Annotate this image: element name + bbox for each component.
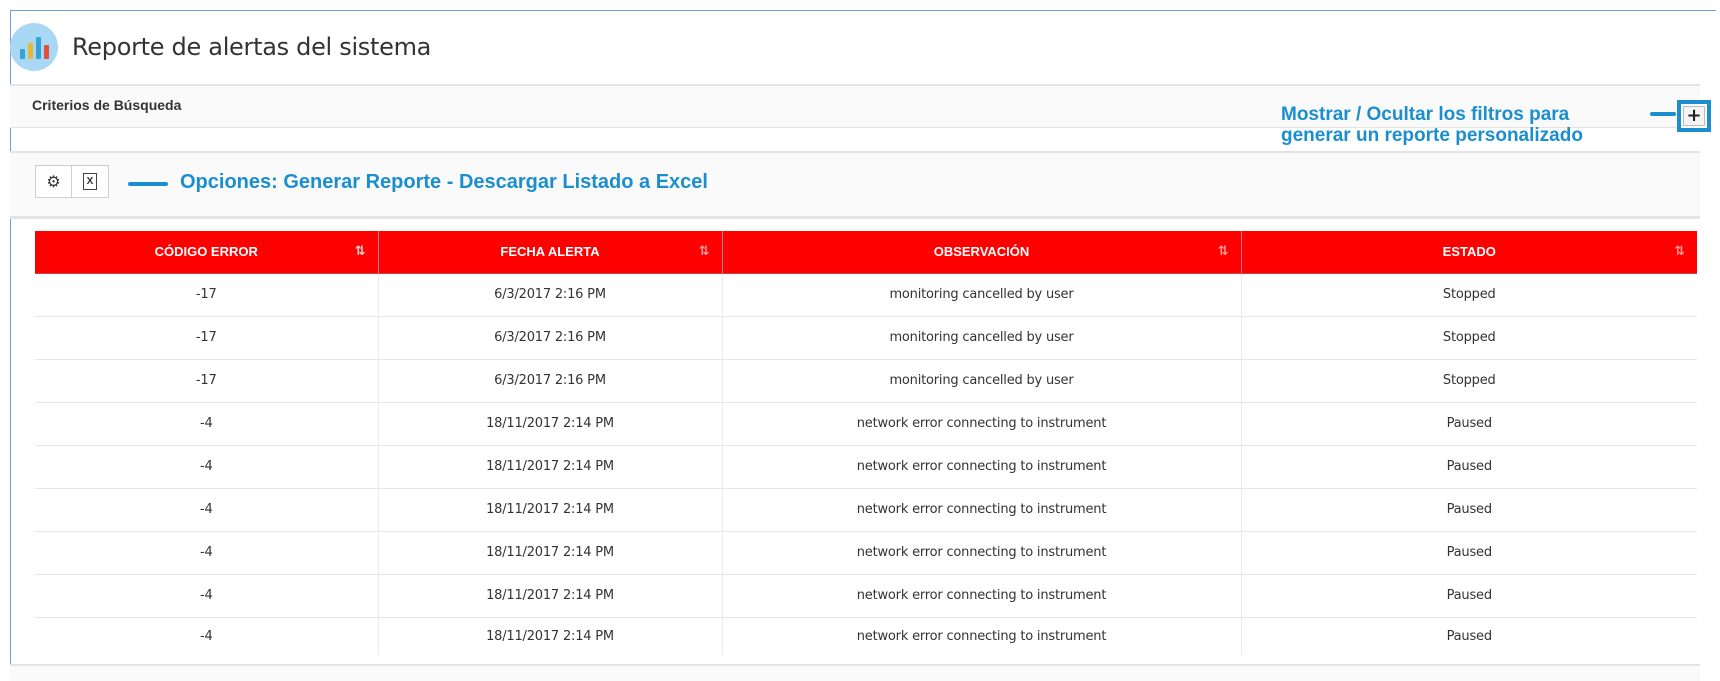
table-row[interactable]: -17 6/3/2017 2:16 PM monitoring cancelled … [35, 273, 1697, 317]
observacion-cell: network error connecting to instrument [722, 445, 1242, 489]
estado-cell: Paused [1446, 628, 1492, 644]
table-row[interactable]: -17 6/3/2017 2:16 PM monitoring cancelled … [35, 316, 1697, 360]
fecha-alerta-cell: 18/11/2017 2:14 PM [378, 617, 723, 655]
fecha-alerta-cell: 18/11/2017 2:14 PM [378, 402, 723, 446]
sort-icon[interactable]: ⇅ [699, 244, 710, 259]
codigo-error-cell: -17 [35, 359, 379, 403]
options-button-group: ⚙ X [35, 165, 109, 198]
filters-annotation-line-2: generar un reporte personalizado [1281, 125, 1583, 146]
sort-icon[interactable]: ⇅ [1218, 244, 1229, 259]
toggle-filters-button[interactable]: + [1683, 106, 1705, 126]
fecha-alerta-cell: 18/11/2017 2:14 PM [378, 531, 723, 575]
estado-cell: Paused [1241, 402, 1697, 446]
column-header-fecha-alerta[interactable]: FECHA ALERTA ⇅ [378, 231, 723, 274]
observacion-cell: network error connecting to instrument [722, 574, 1242, 618]
options-annotation: Opciones: Generar Reporte - Descargar Li… [180, 171, 708, 193]
observacion-cell: network error connecting to instrument [722, 402, 1242, 446]
search-criteria-label: Criterios de Búsqueda [32, 97, 182, 113]
table-row[interactable]: -4 18/11/2017 2:14 PM network error connec… [35, 574, 1697, 618]
table-row[interactable]: -4 18/11/2017 2:14 PM network error connec… [35, 402, 1697, 446]
alerts-table-container: CÓDIGO ERROR ⇅ FECHA ALERTA ⇅ OBSERVACIÓ… [35, 231, 1697, 655]
observacion-cell: network error connecting to instrument [722, 617, 1242, 655]
codigo-error-cell: -4 [35, 531, 379, 575]
estado-cell: Stopped [1241, 316, 1697, 360]
options-annotation-connector [128, 182, 168, 186]
excel-file-icon: X [83, 173, 97, 190]
fecha-alerta-cell: 6/3/2017 2:16 PM [378, 273, 723, 317]
estado-cell: Paused [1241, 445, 1697, 489]
table-row[interactable]: -4 18/11/2017 2:14 PM network error connec… [35, 531, 1697, 575]
table-row[interactable]: -4 18/11/2017 2:14 PM network error connec… [35, 445, 1697, 489]
codigo-error-cell: -4 [35, 445, 379, 489]
column-header-codigo-error[interactable]: CÓDIGO ERROR ⇅ [35, 231, 379, 274]
page-header: Reporte de alertas del sistema [10, 22, 431, 72]
observacion-cell: network error connecting to instrument [722, 488, 1242, 532]
observacion-cell: monitoring cancelled by user [722, 316, 1242, 360]
fecha-alerta-cell: 18/11/2017 2:14 PM [378, 445, 723, 489]
estado-cell: Stopped [1241, 359, 1697, 403]
table-row[interactable]: -4 18/11/2017 2:14 PM network error connec… [35, 617, 1697, 655]
column-header-observacion[interactable]: OBSERVACIÓN ⇅ [722, 231, 1242, 274]
observacion-cell: monitoring cancelled by user [722, 359, 1242, 403]
estado-cell: Stopped [1241, 273, 1697, 317]
sort-icon[interactable]: ⇅ [1674, 244, 1685, 259]
filters-annotation-connector [1650, 112, 1676, 116]
export-excel-button[interactable]: X [72, 165, 109, 198]
filters-annotation-line-1: Mostrar / Ocultar los filtros para [1281, 104, 1570, 125]
filters-toggle-highlight: + [1677, 100, 1711, 132]
filters-annotation: Mostrar / Ocultar los filtros para gener… [1281, 104, 1641, 146]
gear-icon: ⚙ [46, 173, 61, 191]
codigo-error-cell: -4 [35, 574, 379, 618]
column-header-estado[interactable]: ESTADO ⇅ [1241, 231, 1697, 274]
sort-asc-icon[interactable]: ⇅ [355, 244, 366, 259]
codigo-error-cell: -17 [35, 273, 379, 317]
plus-icon: + [1686, 105, 1702, 126]
observacion-cell: network error connecting to instrument [722, 531, 1242, 575]
codigo-error-cell: -17 [35, 316, 379, 360]
fecha-alerta-cell: 18/11/2017 2:14 PM [378, 488, 723, 532]
table-body: -17 6/3/2017 2:16 PM monitoring cancelled … [35, 273, 1697, 655]
table-row[interactable]: -17 6/3/2017 2:16 PM monitoring cancelled … [35, 359, 1697, 403]
table-header-row: CÓDIGO ERROR ⇅ FECHA ALERTA ⇅ OBSERVACIÓ… [35, 231, 1697, 274]
codigo-error-cell: -4 [35, 402, 379, 446]
fecha-alerta-cell: 6/3/2017 2:16 PM [378, 316, 723, 360]
observacion-cell: monitoring cancelled by user [722, 273, 1242, 317]
estado-cell: Paused [1241, 531, 1697, 575]
codigo-error-cell: -4 [35, 488, 379, 532]
estado-cell: Paused [1241, 574, 1697, 618]
alerts-table: CÓDIGO ERROR ⇅ FECHA ALERTA ⇅ OBSERVACIÓ… [35, 231, 1697, 655]
page-title: Reporte de alertas del sistema [72, 33, 432, 61]
codigo-error-cell: -4 [35, 617, 379, 655]
table-row[interactable]: -4 18/11/2017 2:14 PM network error connec… [35, 488, 1697, 532]
fecha-alerta-cell: 18/11/2017 2:14 PM [378, 574, 723, 618]
generate-report-button[interactable]: ⚙ [35, 165, 72, 198]
estado-cell: Paused [1241, 488, 1697, 532]
fecha-alerta-cell: 6/3/2017 2:16 PM [378, 359, 723, 403]
footer-strip [10, 664, 1700, 681]
bar-chart-icon [10, 23, 58, 71]
